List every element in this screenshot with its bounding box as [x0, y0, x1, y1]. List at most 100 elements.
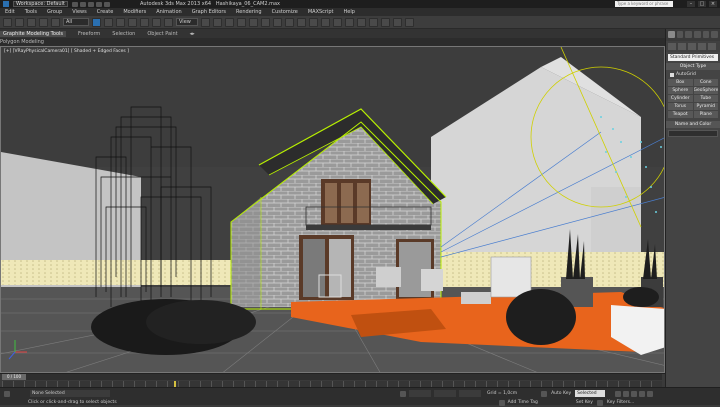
save-file-icon[interactable] [88, 1, 94, 7]
box-button[interactable]: Box [668, 79, 693, 86]
menu-item-modifiers[interactable]: Modifiers [123, 9, 146, 15]
menu-item-tools[interactable]: Tools [25, 9, 37, 15]
cylinder-button[interactable]: Cylinder [668, 95, 693, 102]
select-rotate-icon[interactable] [152, 17, 161, 27]
curve-editor-icon[interactable] [345, 17, 354, 27]
graphite-toggle-icon[interactable] [333, 17, 342, 27]
pivot-center-icon[interactable] [201, 17, 210, 27]
menu-item-customize[interactable]: Customize [272, 9, 298, 15]
sphere-button[interactable]: Sphere [668, 87, 693, 94]
align-icon[interactable] [309, 17, 318, 27]
primitive-category-dropdown[interactable]: Standard Primitives [668, 54, 718, 61]
display-tab-icon[interactable] [702, 31, 710, 38]
maxscript-listener-icon[interactable] [4, 390, 10, 397]
menu-item-animation[interactable]: Animation [156, 9, 182, 15]
redo-icon[interactable] [15, 17, 24, 27]
select-scale-icon[interactable] [164, 17, 173, 27]
menu-item-rendering[interactable]: Rendering [236, 9, 262, 15]
viewport-label[interactable]: [+] [VRayPhysicalCamera01] [ Shaded + Ed… [4, 49, 129, 54]
object-type-rollout[interactable]: Object Type [666, 63, 720, 70]
keyboard-shortcut-override-icon[interactable] [225, 17, 234, 27]
pyramid-button[interactable]: Pyramid [693, 103, 718, 110]
select-move-icon[interactable] [140, 17, 149, 27]
undo-icon[interactable] [96, 1, 102, 7]
autogrid-checkbox[interactable]: AutoGrid [670, 72, 716, 77]
rectangular-selection-icon[interactable] [116, 17, 125, 27]
perspective-viewport[interactable]: [+] [VRayPhysicalCamera01] [ Shaded + Ed… [0, 46, 665, 373]
geometry-icon[interactable] [668, 43, 676, 50]
select-object-icon[interactable] [92, 17, 101, 27]
bind-spacewarp-icon[interactable] [51, 17, 60, 27]
percent-snap-icon[interactable] [261, 17, 270, 27]
menu-item-create[interactable]: Create [97, 9, 114, 15]
auto-key-button[interactable]: Auto Key [551, 391, 571, 396]
named-selection-icon[interactable] [285, 17, 294, 27]
go-to-end-icon[interactable] [647, 390, 654, 397]
y-coordinate-field[interactable] [434, 390, 456, 397]
modify-tab-icon[interactable] [676, 31, 684, 38]
select-by-name-icon[interactable] [104, 17, 113, 27]
helpers-icon[interactable] [708, 43, 716, 50]
key-filters-button[interactable]: Key Filters... [607, 400, 634, 405]
motion-tab-icon[interactable] [694, 31, 701, 38]
search-input[interactable]: Type a keyword or phrase [615, 1, 673, 7]
app-logo-icon[interactable] [3, 1, 9, 7]
tab-object-paint[interactable]: Object Paint [147, 31, 177, 37]
lock-selection-icon[interactable] [400, 390, 406, 397]
teapot-button[interactable]: Teapot [668, 111, 693, 118]
torus-button[interactable]: Torus [668, 103, 693, 110]
tab-selection[interactable]: Selection [112, 31, 135, 37]
menu-item-graph-editors[interactable]: Graph Editors [192, 9, 226, 15]
schematic-view-icon[interactable] [357, 17, 366, 27]
new-file-icon[interactable] [72, 1, 78, 7]
select-manipulate-icon[interactable] [213, 17, 222, 27]
menu-item-group[interactable]: Group [47, 9, 62, 15]
name-and-color-rollout[interactable]: Name and Color [666, 121, 720, 128]
lights-icon[interactable] [688, 43, 696, 50]
time-slider-thumb[interactable]: 0 / 100 [2, 374, 26, 380]
set-key-big-icon[interactable] [541, 390, 548, 397]
spinner-snap-icon[interactable] [273, 17, 282, 27]
cameras-icon[interactable] [698, 43, 706, 50]
add-time-tag-button[interactable]: Add Time Tag [508, 400, 538, 405]
undo-icon[interactable] [3, 17, 12, 27]
ribbon-panel-polygon-modeling[interactable]: Polygon Modeling [0, 38, 665, 46]
snaps-toggle-icon[interactable] [237, 17, 246, 27]
menu-item-edit[interactable]: Edit [5, 9, 15, 15]
cone-button[interactable]: Cone [693, 79, 718, 86]
menu-item-maxscript[interactable]: MAXScript [308, 9, 334, 15]
redo-icon[interactable] [104, 1, 110, 7]
material-editor-icon[interactable] [369, 17, 378, 27]
object-name-field[interactable] [668, 130, 718, 137]
tab-freeform[interactable]: Freeform [78, 31, 100, 37]
menu-item-views[interactable]: Views [72, 9, 86, 15]
layer-manager-icon[interactable] [321, 17, 330, 27]
tab-graphite-modeling-tools[interactable]: Graphite Modeling Tools [0, 30, 67, 37]
set-key-button[interactable]: Set Key [576, 400, 593, 405]
link-icon[interactable] [27, 17, 36, 27]
open-file-icon[interactable] [80, 1, 86, 7]
z-coordinate-field[interactable] [459, 390, 481, 397]
maximize-icon[interactable]: □ [698, 1, 706, 7]
render-setup-icon[interactable] [381, 17, 390, 27]
geosphere-button[interactable]: GeoSphere [693, 87, 718, 94]
play-icon[interactable] [631, 390, 638, 397]
angle-snap-icon[interactable] [249, 17, 258, 27]
minimize-icon[interactable]: – [687, 1, 695, 7]
selection-filter-dropdown[interactable]: All [63, 18, 89, 26]
previous-frame-icon[interactable] [623, 390, 630, 397]
shapes-icon[interactable] [678, 43, 686, 50]
ribbon-options-icon[interactable]: ◂▸ [190, 31, 195, 37]
key-mode-dropdown[interactable]: Selected [575, 390, 606, 397]
close-icon[interactable]: × [709, 1, 717, 7]
next-frame-icon[interactable] [639, 390, 646, 397]
menu-item-help[interactable]: Help [344, 9, 355, 15]
mirror-icon[interactable] [297, 17, 306, 27]
plane-button[interactable]: Plane [693, 111, 718, 118]
rendered-frame-window-icon[interactable] [393, 17, 402, 27]
tube-button[interactable]: Tube [693, 95, 718, 102]
create-tab-icon[interactable] [668, 31, 675, 38]
go-to-start-icon[interactable] [615, 390, 622, 397]
reference-coordinate-dropdown[interactable]: View [176, 18, 198, 26]
workspace-dropdown[interactable]: Workspace: Default [13, 1, 68, 7]
